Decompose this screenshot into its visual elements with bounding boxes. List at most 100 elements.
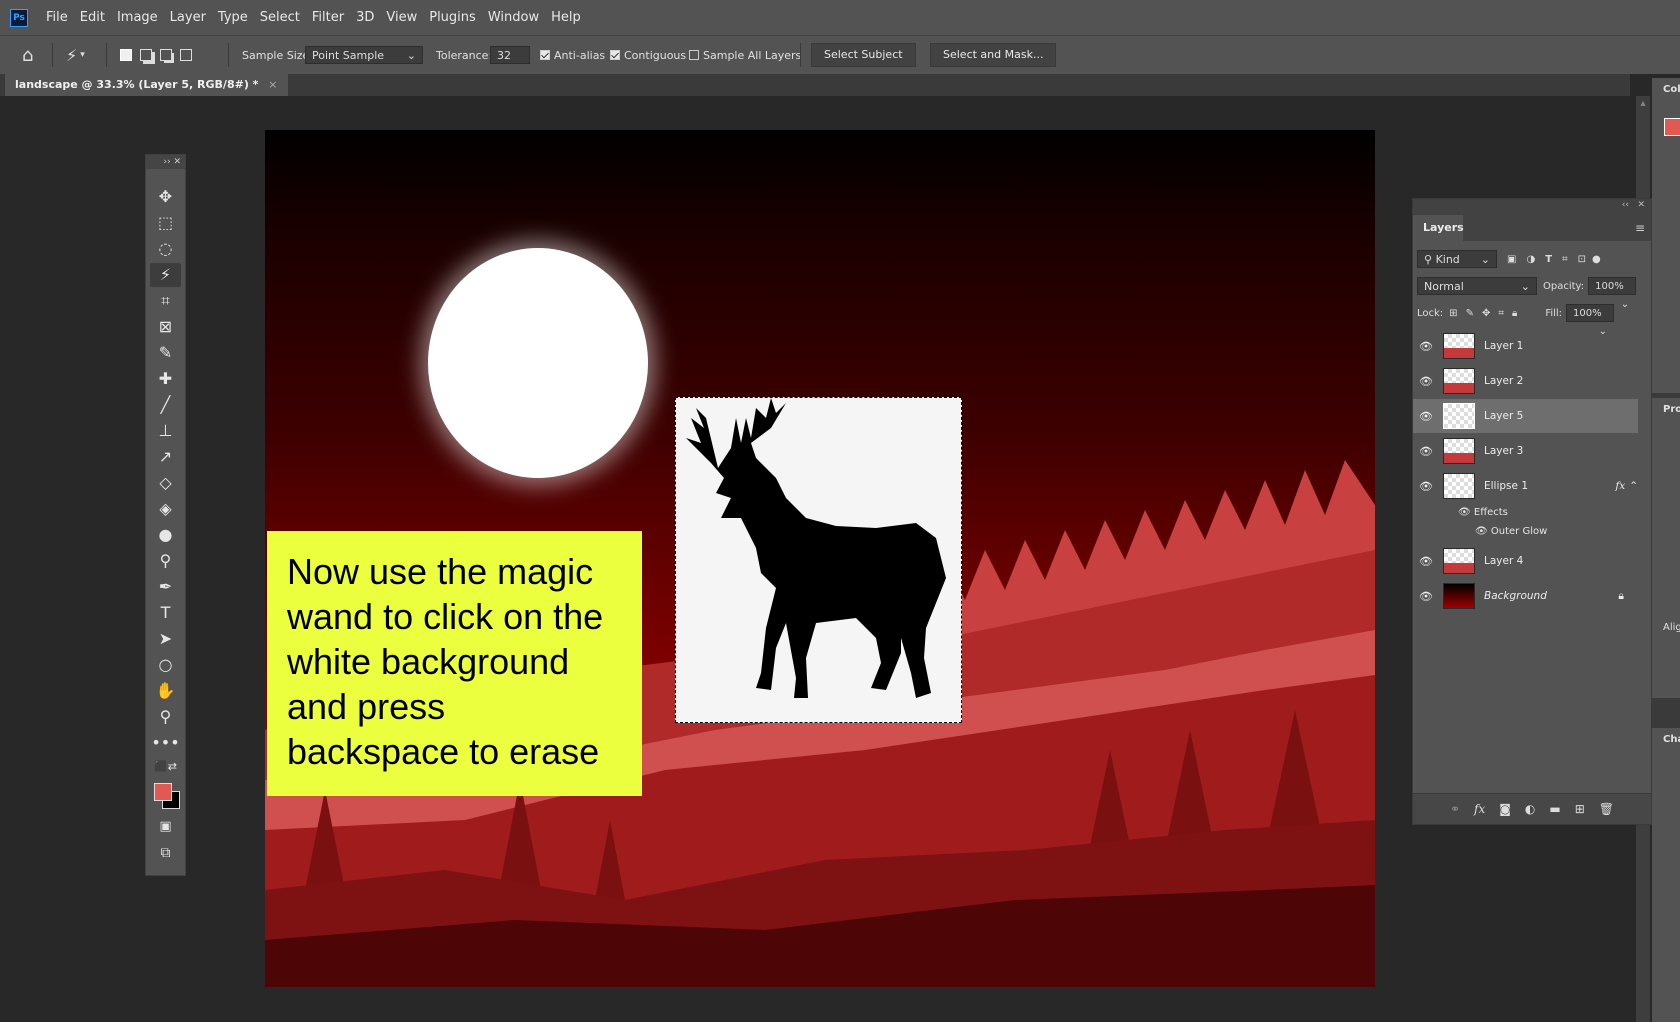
chevron-up-icon[interactable]: ⌃ <box>1629 480 1638 492</box>
collapse-icon[interactable]: ‹‹ <box>1622 200 1629 210</box>
sample-size-dropdown[interactable]: Point Sample ⌄ <box>305 46 423 64</box>
add-layer-style-icon[interactable]: fx <box>1474 802 1485 816</box>
menu-filter[interactable]: Filter <box>306 10 350 25</box>
magic-wand-tool-icon[interactable]: ⚡︎ <box>150 263 181 287</box>
link-layers-icon[interactable]: ⚭ <box>1450 802 1460 816</box>
zoom-tool-icon[interactable]: ⚲ <box>150 705 181 729</box>
layer-row-layer-3[interactable]: 👁︎ Layer 3 <box>1413 434 1638 468</box>
layer-row-layer-5[interactable]: 👁︎ Layer 5 <box>1413 399 1638 433</box>
type-layer-filter-icon[interactable]: T <box>1545 254 1552 265</box>
effects-row[interactable]: 👁︎ Effects <box>1458 507 1508 518</box>
marquee-tool-icon[interactable]: ⬚ <box>150 211 181 235</box>
frame-tool-icon[interactable]: ⊠ <box>150 315 181 339</box>
new-adjustment-layer-icon[interactable]: ◐ <box>1525 802 1535 816</box>
select-subject-button[interactable]: Select Subject <box>811 43 916 67</box>
eye-icon[interactable]: 👁︎ <box>1458 507 1471 518</box>
dodge-tool-icon[interactable]: ⚲ <box>150 549 181 573</box>
tab-channels[interactable]: Cha <box>1663 734 1680 745</box>
eye-icon[interactable]: 👁︎ <box>1413 410 1439 423</box>
menu-file[interactable]: File <box>40 10 74 25</box>
menu-edit[interactable]: Edit <box>74 10 111 25</box>
layers-panel-topbar[interactable]: ‹‹ ✕ <box>1413 199 1651 215</box>
intersect-selection-icon[interactable] <box>180 49 192 61</box>
lock-all-icon[interactable]: 🔒︎ <box>1512 308 1517 319</box>
paint-bucket-tool-icon[interactable]: ◈ <box>150 497 181 521</box>
eye-icon[interactable]: 👁︎ <box>1475 526 1488 537</box>
layer-row-background[interactable]: 👁︎ Background 🔒︎ <box>1413 579 1638 613</box>
select-and-mask-button[interactable]: Select and Mask... <box>930 43 1057 67</box>
tools-panel-header[interactable]: ›› ✕ <box>146 155 185 169</box>
clone-stamp-tool-icon[interactable]: ⊥ <box>150 419 181 443</box>
home-icon[interactable]: ⌂ <box>22 36 33 74</box>
type-tool-icon[interactable]: T <box>150 601 181 625</box>
outer-glow-row[interactable]: 👁︎ Outer Glow <box>1475 526 1547 537</box>
foreground-color-swatch[interactable] <box>1664 118 1680 136</box>
new-layer-icon[interactable]: ⊞ <box>1575 802 1585 816</box>
menu-view[interactable]: View <box>380 10 423 25</box>
screen-mode-icon[interactable]: ⧉ <box>150 841 181 865</box>
path-selection-tool-icon[interactable]: ➤ <box>150 627 181 651</box>
ellipse-tool-icon[interactable]: ○ <box>150 653 181 677</box>
kind-filter-dropdown[interactable]: ⚲ Kind ⌄ <box>1417 250 1497 268</box>
layer-row-layer-2[interactable]: 👁︎ Layer 2 <box>1413 364 1638 398</box>
foreground-color-swatch[interactable] <box>154 783 172 801</box>
blur-tool-icon[interactable]: ● <box>150 523 181 547</box>
document-tab[interactable]: landscape @ 33.3% (Layer 5, RGB/8#) * × <box>5 74 288 96</box>
hand-tool-icon[interactable]: ✋ <box>150 679 181 703</box>
lock-transparent-pixels-icon[interactable]: ⊞ <box>1449 308 1457 319</box>
blend-mode-dropdown[interactable]: Normal ⌄ <box>1417 277 1537 295</box>
close-icon[interactable]: × <box>268 78 277 91</box>
new-selection-icon[interactable] <box>120 49 132 61</box>
eye-icon[interactable]: 👁︎ <box>1413 590 1439 603</box>
adjustment-layer-filter-icon[interactable]: ◑ <box>1526 254 1535 265</box>
eye-icon[interactable]: 👁︎ <box>1413 555 1439 568</box>
eyedropper-tool-icon[interactable]: ✎ <box>150 341 181 365</box>
menu-plugins[interactable]: Plugins <box>423 10 482 25</box>
tolerance-input[interactable]: 32 <box>490 46 530 64</box>
layer-row-ellipse-1[interactable]: 👁︎ Ellipse 1 fx ⌃ <box>1413 469 1638 503</box>
pen-tool-icon[interactable]: ✒ <box>150 575 181 599</box>
history-brush-tool-icon[interactable]: ↗ <box>150 445 181 469</box>
deer-layer-selection[interactable] <box>675 397 962 723</box>
swap-colors-icon[interactable]: ⬛⇄ <box>150 755 181 779</box>
shape-layer-filter-icon[interactable]: ⌗ <box>1562 254 1568 265</box>
eye-icon[interactable]: 👁︎ <box>1413 445 1439 458</box>
menu-image[interactable]: Image <box>111 10 164 25</box>
pixel-layer-filter-icon[interactable]: ▣ <box>1507 254 1516 265</box>
menu-layer[interactable]: Layer <box>164 10 212 25</box>
smart-object-filter-icon[interactable]: ⊡ <box>1578 254 1586 265</box>
tab-properties[interactable]: Pro <box>1663 404 1680 415</box>
eye-icon[interactable]: 👁︎ <box>1413 375 1439 388</box>
tab-color[interactable]: Col <box>1663 84 1680 95</box>
menu-help[interactable]: Help <box>545 10 587 25</box>
eye-icon[interactable]: 👁︎ <box>1413 480 1439 493</box>
add-mask-icon[interactable]: ◙ <box>1499 802 1511 816</box>
subtract-from-selection-icon[interactable] <box>160 49 172 61</box>
close-icon[interactable]: ✕ <box>1637 200 1645 210</box>
layer-row-layer-4[interactable]: 👁︎ Layer 4 <box>1413 544 1638 578</box>
sample-all-layers-checkbox[interactable]: Sample All Layers <box>689 36 801 74</box>
lock-artboard-icon[interactable]: ⌗ <box>1498 308 1504 319</box>
crop-tool-icon[interactable]: ⌗ <box>150 289 181 313</box>
eraser-tool-icon[interactable]: ◇ <box>150 471 181 495</box>
lock-image-pixels-icon[interactable]: ✎ <box>1466 308 1474 319</box>
menu-3d[interactable]: 3D <box>350 10 380 25</box>
fx-icon[interactable]: fx <box>1615 480 1625 492</box>
menu-type[interactable]: Type <box>212 10 254 25</box>
opacity-input[interactable]: 100% ⌄ <box>1588 277 1637 310</box>
delete-layer-icon[interactable]: 🗑︎ <box>1599 802 1614 816</box>
layer-row-layer-1[interactable]: 👁︎ Layer 1 <box>1413 329 1638 363</box>
lock-position-icon[interactable]: ✥ <box>1482 308 1490 319</box>
menu-select[interactable]: Select <box>254 10 306 25</box>
tab-layers[interactable]: Layers <box>1413 215 1464 241</box>
panel-menu-icon[interactable]: ≡ <box>1635 221 1645 235</box>
eye-icon[interactable]: 👁︎ <box>1413 340 1439 353</box>
lasso-tool-icon[interactable]: ◌ <box>150 237 181 261</box>
scroll-up-icon[interactable]: ▴ <box>1636 98 1650 109</box>
contiguous-checkbox[interactable]: Contiguous <box>610 36 686 74</box>
anti-alias-checkbox[interactable]: Anti-alias <box>540 36 605 74</box>
magic-wand-preset-icon[interactable]: ⚡︎ ▾ <box>66 36 85 74</box>
quick-mask-icon[interactable]: ▣ <box>150 815 181 839</box>
healing-brush-tool-icon[interactable]: ✚ <box>150 367 181 391</box>
more-tools-icon[interactable]: ••• <box>150 731 181 755</box>
